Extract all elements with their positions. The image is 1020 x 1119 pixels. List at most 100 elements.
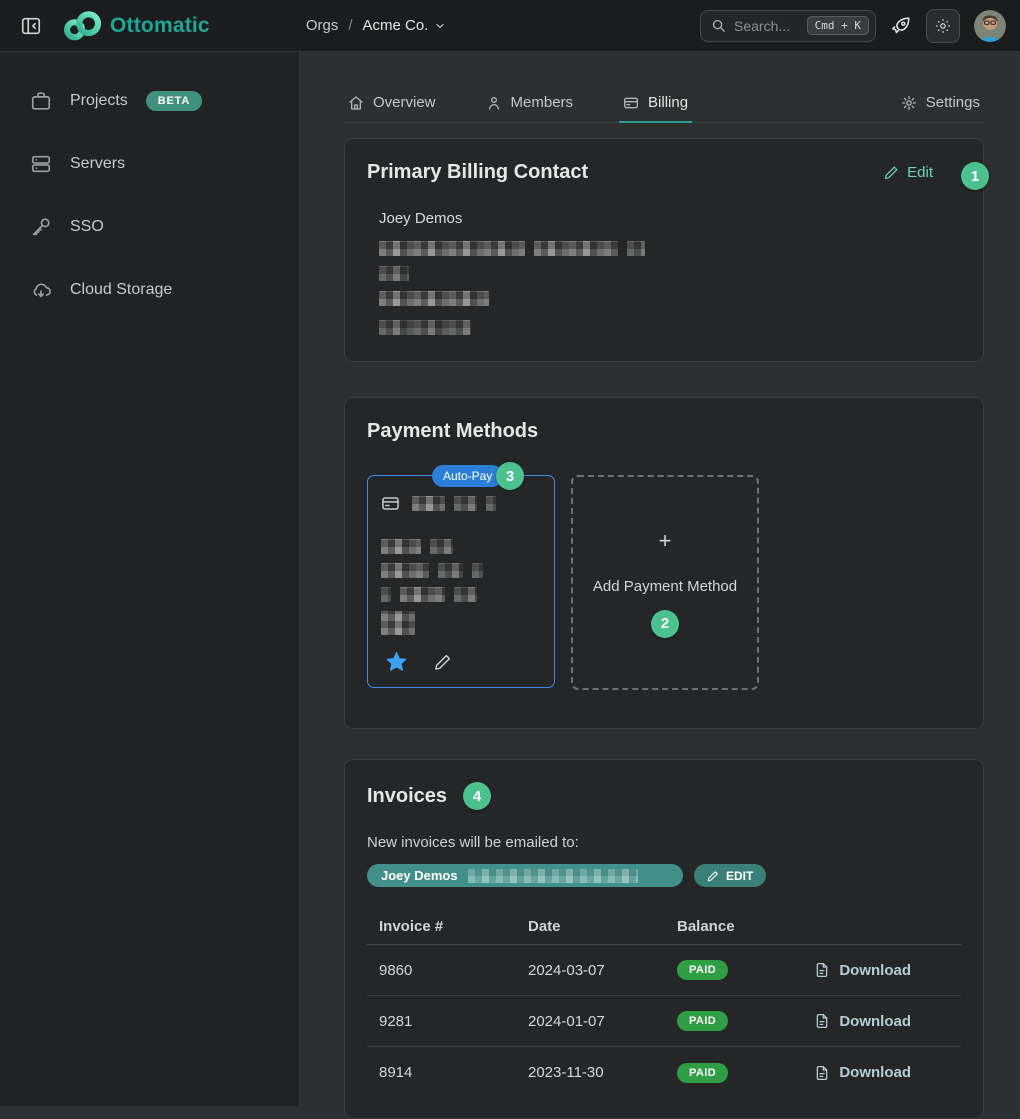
edit-label: EDIT	[726, 869, 753, 883]
step-badge-1: 1	[961, 162, 989, 190]
org-name: Acme Co.	[363, 17, 429, 34]
credit-card-icon	[381, 494, 400, 513]
sidebar-item-label: Cloud Storage	[70, 281, 172, 299]
server-icon	[30, 153, 52, 175]
header-actions: Search... Cmd + K	[700, 9, 1006, 43]
payment-method-tile[interactable]: Auto-Pay 3	[367, 475, 555, 688]
sidebar-item-label: Projects	[70, 92, 128, 110]
invoice-recipient-pill: Joey Demos	[367, 864, 683, 887]
sidebar-item-projects[interactable]: Projects BETA	[0, 76, 299, 126]
download-label: Download	[839, 962, 911, 979]
tab-label: Billing	[648, 94, 688, 111]
autopay-badge: Auto-Pay	[432, 465, 503, 487]
recipient-email-redacted	[468, 869, 638, 883]
column-header-balance: Balance	[677, 918, 947, 935]
invoice-date: 2024-03-07	[528, 962, 677, 979]
search-shortcut-hint: Cmd + K	[807, 16, 869, 35]
home-icon	[348, 95, 364, 111]
rocket-icon	[890, 15, 912, 37]
card-title: Invoices	[367, 785, 447, 808]
invoices-table-header: Invoice # Date Balance	[367, 909, 961, 945]
billing-contact-redacted-details	[379, 241, 961, 335]
breadcrumb-orgs-link[interactable]: Orgs	[306, 17, 339, 34]
theme-toggle-button[interactable]	[926, 9, 960, 43]
tab-overview[interactable]: Overview	[344, 85, 440, 123]
cloud-icon	[30, 279, 52, 301]
app-logo[interactable]: Ottomatic	[62, 11, 210, 41]
edit-card-button[interactable]	[434, 653, 452, 671]
column-header-invoice: Invoice #	[379, 918, 528, 935]
download-invoice-link[interactable]: Download	[814, 1013, 911, 1030]
tab-settings[interactable]: Settings	[897, 85, 984, 123]
invoice-date: 2024-01-07	[528, 1013, 677, 1030]
status-badge: PAID	[677, 960, 728, 980]
theme-toggle-icon	[934, 17, 952, 35]
default-card-star-button[interactable]	[385, 650, 408, 673]
column-header-date: Date	[528, 918, 677, 935]
invoice-number: 9281	[379, 1013, 528, 1030]
payment-methods-card: Payment Methods Auto-Pay 3	[344, 397, 984, 729]
billing-contact-name: Joey Demos	[379, 210, 961, 227]
invoice-date: 2023-11-30	[528, 1064, 677, 1081]
pencil-icon	[884, 165, 899, 180]
invoice-number: 9860	[379, 962, 528, 979]
rocket-button[interactable]	[890, 15, 912, 37]
card-title: Payment Methods	[367, 420, 961, 443]
primary-billing-contact-card: 1 Primary Billing Contact Edit Joey Demo…	[344, 138, 984, 362]
person-icon	[486, 95, 502, 111]
invoice-row: 9281 2024-01-07 PAID Download	[367, 996, 961, 1047]
credit-card-icon	[623, 95, 639, 111]
tab-label: Members	[511, 94, 574, 111]
tab-label: Settings	[926, 94, 980, 111]
tab-label: Overview	[373, 94, 436, 111]
invoice-row: 8914 2023-11-30 PAID Download	[367, 1047, 961, 1098]
invoices-table: Invoice # Date Balance 9860 2024-03-07 P…	[367, 909, 961, 1098]
tab-billing[interactable]: Billing	[619, 85, 692, 123]
collapse-sidebar-button[interactable]	[14, 10, 48, 42]
add-payment-label: Add Payment Method	[593, 578, 737, 595]
sidebar-item-sso[interactable]: SSO	[0, 202, 299, 252]
step-badge-2: 2	[651, 610, 679, 638]
app-title: Ottomatic	[110, 14, 210, 38]
edit-billing-contact-button[interactable]: Edit	[884, 164, 933, 181]
user-avatar[interactable]	[974, 10, 1006, 42]
download-invoice-link[interactable]: Download	[814, 1064, 911, 1081]
sidebar: Projects BETA Servers SSO Cloud Storage	[0, 52, 300, 1106]
download-label: Download	[839, 1013, 911, 1030]
card-number-redacted	[412, 496, 496, 511]
breadcrumb: Orgs / Acme Co.	[306, 17, 447, 34]
sidebar-item-label: SSO	[70, 218, 104, 236]
search-input[interactable]: Search... Cmd + K	[700, 10, 876, 42]
main-content: Overview Members Billing Settings	[300, 52, 1020, 1106]
search-icon	[711, 18, 726, 33]
edit-invoice-email-button[interactable]: EDIT	[694, 864, 766, 887]
org-tabs: Overview Members Billing Settings	[344, 85, 984, 123]
status-badge: PAID	[677, 1063, 728, 1083]
step-badge-4: 4	[463, 782, 491, 810]
download-invoice-link[interactable]: Download	[814, 962, 911, 979]
status-badge: PAID	[677, 1011, 728, 1031]
add-payment-method-button[interactable]: + Add Payment Method 2	[571, 475, 759, 690]
beta-badge: BETA	[146, 91, 202, 111]
step-badge-3: 3	[496, 462, 524, 490]
key-icon	[30, 216, 52, 238]
download-label: Download	[839, 1064, 911, 1081]
tab-members[interactable]: Members	[482, 85, 578, 123]
top-navbar: Ottomatic Orgs / Acme Co. Search... Cmd …	[0, 0, 1020, 52]
invoices-card: Invoices 4 New invoices will be emailed …	[344, 759, 984, 1119]
sidebar-item-cloud-storage[interactable]: Cloud Storage	[0, 265, 299, 315]
recipient-name: Joey Demos	[381, 868, 458, 883]
invoice-email-note: New invoices will be emailed to:	[367, 834, 961, 851]
search-placeholder: Search...	[734, 18, 799, 34]
org-switcher[interactable]: Acme Co.	[363, 17, 447, 34]
card-details-redacted	[381, 539, 541, 635]
file-icon	[814, 1065, 830, 1081]
sidebar-item-label: Servers	[70, 155, 125, 173]
breadcrumb-separator: /	[348, 17, 352, 34]
gear-icon	[901, 95, 917, 111]
file-icon	[814, 962, 830, 978]
logo-mark-icon	[62, 11, 104, 41]
invoice-number: 8914	[379, 1064, 528, 1081]
collapse-sidebar-icon	[20, 15, 42, 37]
sidebar-item-servers[interactable]: Servers	[0, 139, 299, 189]
